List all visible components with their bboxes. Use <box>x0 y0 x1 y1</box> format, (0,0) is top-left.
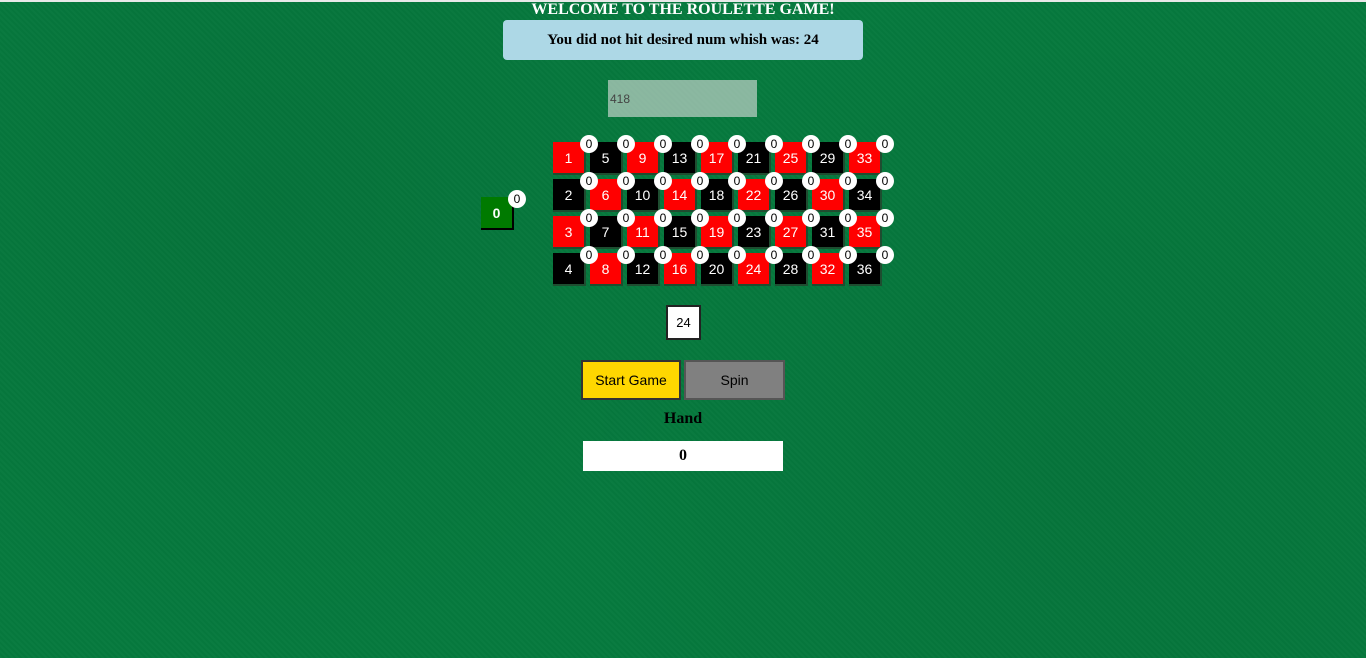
roulette-number-label: 8 <box>601 260 610 277</box>
roulette-number-label: 5 <box>601 149 610 166</box>
bet-chip: 0 <box>876 246 894 264</box>
bet-chip: 0 <box>580 209 598 227</box>
bet-chip: 0 <box>580 172 598 190</box>
roulette-number-label: 16 <box>671 260 688 277</box>
bet-chip: 0 <box>728 135 746 153</box>
bet-chip: 0 <box>691 209 709 227</box>
roulette-number-label: 20 <box>708 260 725 277</box>
spin-button[interactable]: Spin <box>684 360 785 400</box>
roulette-number-label: 11 <box>635 223 650 240</box>
spin-result: 24 <box>666 305 701 340</box>
roulette-number-label: 9 <box>638 149 647 166</box>
bet-chip: 0 <box>617 209 635 227</box>
roulette-number-label: 13 <box>671 149 688 166</box>
hand-label: Hand <box>663 410 703 427</box>
page-title: WELCOME TO THE ROULETTE GAME! <box>531 1 835 18</box>
roulette-number-label: 14 <box>671 186 688 203</box>
bet-chip: 0 <box>691 246 709 264</box>
bet-chip: 0 <box>691 135 709 153</box>
roulette-number-label: 27 <box>782 223 799 240</box>
bet-chip: 0 <box>728 172 746 190</box>
roulette-number-label: 31 <box>819 223 836 240</box>
roulette-number-label: 26 <box>782 186 799 203</box>
roulette-number-label: 3 <box>564 223 573 240</box>
bet-chip: 0 <box>654 172 672 190</box>
roulette-number-label: 10 <box>634 186 651 203</box>
roulette-number-label: 15 <box>671 223 688 240</box>
roulette-number-label: 12 <box>634 260 651 277</box>
roulette-number-label: 33 <box>856 149 873 166</box>
roulette-number-label: 32 <box>819 260 836 277</box>
bet-chip: 0 <box>617 135 635 153</box>
roulette-number-label: 30 <box>819 186 836 203</box>
roulette-number-label: 7 <box>601 223 610 240</box>
bet-chip: 0 <box>802 246 820 264</box>
roulette-number-label: 18 <box>708 186 725 203</box>
roulette-number-label: 4 <box>564 260 573 277</box>
bet-chip: 0 <box>839 135 857 153</box>
bet-chip: 0 <box>728 246 746 264</box>
roulette-number-label: 35 <box>856 223 873 240</box>
bet-amount-input[interactable] <box>608 80 757 117</box>
bet-chip: 0 <box>839 246 857 264</box>
bet-chip: 0 <box>617 246 635 264</box>
roulette-number-label: 21 <box>745 149 762 166</box>
bet-chip: 0 <box>617 172 635 190</box>
roulette-number-label: 0 <box>492 204 501 221</box>
bet-chip: 0 <box>508 190 526 208</box>
roulette-number-label: 19 <box>708 223 725 240</box>
bet-chip: 0 <box>728 209 746 227</box>
roulette-number-label: 1 <box>564 149 573 166</box>
roulette-number-label: 6 <box>601 186 610 203</box>
roulette-number-label: 22 <box>745 186 762 203</box>
roulette-number-label: 34 <box>856 186 873 203</box>
roulette-number-label: 24 <box>745 260 762 277</box>
bet-chip: 0 <box>765 246 783 264</box>
bet-chip: 0 <box>876 209 894 227</box>
bet-chip: 0 <box>580 135 598 153</box>
bet-chip: 0 <box>802 172 820 190</box>
roulette-number-label: 25 <box>782 149 799 166</box>
bet-chip: 0 <box>654 209 672 227</box>
bet-chip: 0 <box>765 172 783 190</box>
bet-chip: 0 <box>802 209 820 227</box>
roulette-number-label: 29 <box>819 149 836 166</box>
bet-chip: 0 <box>765 209 783 227</box>
roulette-number-label: 28 <box>782 260 799 277</box>
bet-chip: 0 <box>839 172 857 190</box>
bet-chip: 0 <box>876 172 894 190</box>
bet-chip: 0 <box>802 135 820 153</box>
bet-chip: 0 <box>654 246 672 264</box>
hand-value: 0 <box>583 441 783 471</box>
bet-chip: 0 <box>691 172 709 190</box>
bet-chip: 0 <box>876 135 894 153</box>
roulette-number-label: 23 <box>745 223 762 240</box>
roulette-number-label: 36 <box>856 260 873 277</box>
bet-chip: 0 <box>654 135 672 153</box>
bet-chip: 0 <box>839 209 857 227</box>
roulette-number-label: 17 <box>708 149 725 166</box>
result-message: You did not hit desired num whish was: 2… <box>503 20 863 60</box>
bet-chip: 0 <box>765 135 783 153</box>
roulette-number-label: 2 <box>564 186 573 203</box>
bet-chip: 0 <box>580 246 598 264</box>
start-game-button[interactable]: Start Game <box>581 360 681 400</box>
